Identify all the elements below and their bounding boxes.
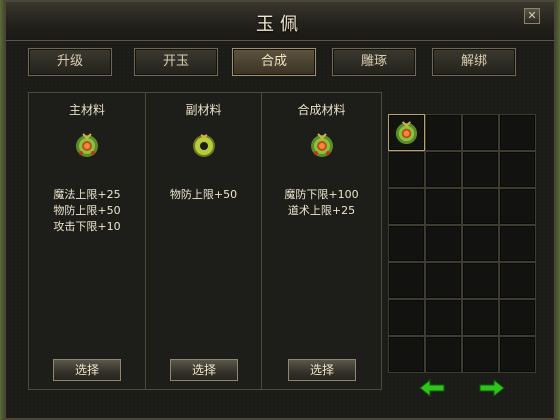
secondary-material-title: 副材料	[185, 103, 222, 117]
jade-pendant-red-icon[interactable]	[308, 131, 336, 159]
stat-line: 物防上限+50	[169, 188, 238, 201]
jade-pendant-red-icon[interactable]	[73, 131, 101, 159]
title-bar[interactable]: 玉佩 ✕	[6, 2, 554, 41]
inventory-slot[interactable]	[499, 151, 536, 188]
jade-pendant-red-icon	[395, 121, 418, 145]
inventory-slot[interactable]	[462, 114, 499, 151]
select-main-material-button[interactable]: 选择	[53, 359, 121, 381]
green-arrow-left-icon[interactable]	[418, 378, 446, 398]
inventory-slot[interactable]	[499, 225, 536, 262]
result-material-stats: 魔防下限+100 道术上限+25	[262, 187, 381, 219]
inventory-slot[interactable]	[462, 188, 499, 225]
result-material-column: 合成材料 魔防下限+100 道术上限+25 选择	[261, 93, 381, 389]
inventory-grid	[388, 114, 536, 374]
secondary-material-stats: 物防上限+50	[146, 187, 261, 203]
tab-carve[interactable]: 雕琢	[332, 48, 416, 76]
result-material-title: 合成材料	[297, 103, 346, 117]
tab-upgrade[interactable]: 升级	[28, 48, 112, 76]
stat-line: 魔防下限+100	[284, 188, 359, 201]
inventory-slot[interactable]	[425, 225, 462, 262]
inventory-slot[interactable]	[499, 262, 536, 299]
inventory-slot[interactable]	[425, 262, 462, 299]
inventory-slot[interactable]	[388, 336, 425, 373]
secondary-material-column: 副材料 物防上限+50 选择	[145, 93, 261, 389]
tab-synthesize[interactable]: 合成	[232, 48, 316, 76]
inventory-slot[interactable]	[462, 299, 499, 336]
select-secondary-material-button[interactable]: 选择	[170, 359, 238, 381]
close-button[interactable]: ✕	[524, 8, 540, 24]
tab-unbind[interactable]: 解绑	[432, 48, 516, 76]
inventory-slot[interactable]	[388, 114, 425, 151]
stat-line: 魔法上限+25	[53, 188, 121, 201]
inventory-slot[interactable]	[388, 188, 425, 225]
inventory-slot[interactable]	[499, 299, 536, 336]
inventory-slot[interactable]	[388, 262, 425, 299]
stat-line: 道术上限+25	[287, 204, 356, 217]
inventory-slot[interactable]	[425, 336, 462, 373]
synthesis-panel: 主材料 魔法上限+25 物防上限+50 攻击下限+10 选择 副材料 物防上限+…	[28, 92, 382, 390]
stat-line: 攻击下限+10	[53, 220, 121, 233]
window-title: 玉佩	[256, 14, 304, 35]
inventory-slot[interactable]	[388, 299, 425, 336]
main-material-column: 主材料 魔法上限+25 物防上限+50 攻击下限+10 选择	[29, 93, 145, 389]
inventory-slot[interactable]	[388, 225, 425, 262]
main-material-title: 主材料	[68, 103, 105, 117]
inventory-slot[interactable]	[425, 188, 462, 225]
select-result-material-button[interactable]: 选择	[288, 359, 356, 381]
inventory-slot[interactable]	[462, 336, 499, 373]
tab-bar: 升级 开玉 合成 雕琢 解绑	[28, 48, 538, 78]
inventory-slot[interactable]	[462, 262, 499, 299]
inventory-slot[interactable]	[499, 336, 536, 373]
jade-window: 玉佩 ✕ 升级 开玉 合成 雕琢 解绑 主材料 魔法上限+25 物防上限+50	[4, 0, 556, 420]
inventory-slot[interactable]	[425, 114, 462, 151]
inventory-slot[interactable]	[499, 114, 536, 151]
green-arrow-right-icon[interactable]	[478, 378, 506, 398]
inventory-slot[interactable]	[388, 151, 425, 188]
main-material-stats: 魔法上限+25 物防上限+50 攻击下限+10	[29, 187, 145, 235]
inventory-slot[interactable]	[425, 151, 462, 188]
jade-ring-green-icon[interactable]	[190, 131, 218, 159]
inventory-slot[interactable]	[425, 299, 462, 336]
inventory-slot[interactable]	[462, 151, 499, 188]
inventory-slot[interactable]	[462, 225, 499, 262]
stat-line: 物防上限+50	[53, 204, 121, 217]
tab-open-jade[interactable]: 开玉	[134, 48, 218, 76]
inventory-slot[interactable]	[499, 188, 536, 225]
